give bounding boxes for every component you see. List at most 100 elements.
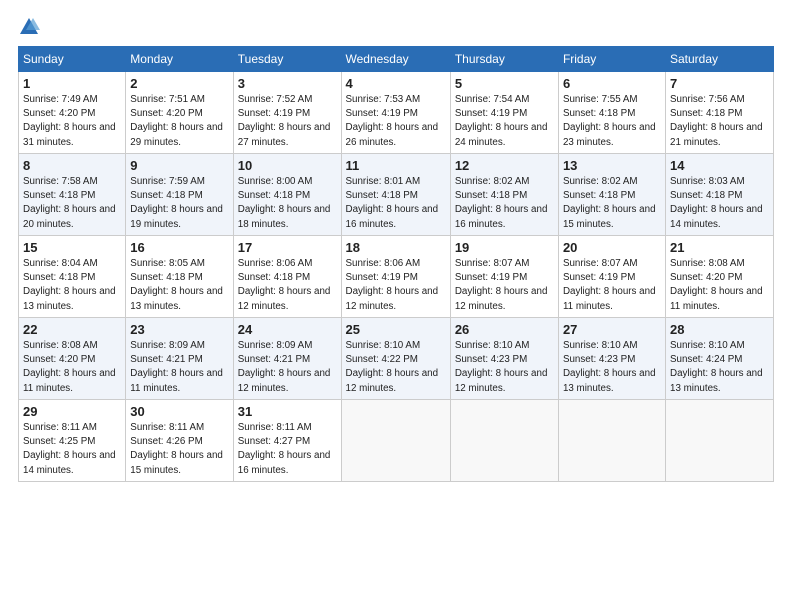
day-number: 21 [670, 240, 769, 255]
week-row-5: 29 Sunrise: 8:11 AM Sunset: 4:25 PM Dayl… [19, 400, 774, 482]
day-info: Sunrise: 8:10 AM Sunset: 4:24 PM Dayligh… [670, 339, 769, 396]
day-info: Sunrise: 8:10 AM Sunset: 4:23 PM Dayligh… [563, 339, 661, 396]
day-info: Sunrise: 7:52 AM Sunset: 4:19 PM Dayligh… [238, 93, 337, 150]
weekday-tuesday: Tuesday [233, 47, 341, 72]
day-info: Sunrise: 7:49 AM Sunset: 4:20 PM Dayligh… [23, 93, 121, 150]
day-info: Sunrise: 8:02 AM Sunset: 4:18 PM Dayligh… [563, 175, 661, 232]
day-number: 17 [238, 240, 337, 255]
day-info: Sunrise: 8:10 AM Sunset: 4:22 PM Dayligh… [346, 339, 446, 396]
day-info: Sunrise: 8:09 AM Sunset: 4:21 PM Dayligh… [130, 339, 228, 396]
calendar-cell: 20 Sunrise: 8:07 AM Sunset: 4:19 PM Dayl… [558, 236, 665, 318]
weekday-saturday: Saturday [666, 47, 774, 72]
calendar-cell: 8 Sunrise: 7:58 AM Sunset: 4:18 PM Dayli… [19, 154, 126, 236]
calendar-cell: 16 Sunrise: 8:05 AM Sunset: 4:18 PM Dayl… [126, 236, 233, 318]
day-number: 10 [238, 158, 337, 173]
day-info: Sunrise: 8:11 AM Sunset: 4:26 PM Dayligh… [130, 421, 228, 478]
calendar-cell: 10 Sunrise: 8:00 AM Sunset: 4:18 PM Dayl… [233, 154, 341, 236]
week-row-4: 22 Sunrise: 8:08 AM Sunset: 4:20 PM Dayl… [19, 318, 774, 400]
calendar-cell: 2 Sunrise: 7:51 AM Sunset: 4:20 PM Dayli… [126, 72, 233, 154]
calendar-cell [341, 400, 450, 482]
calendar-cell: 6 Sunrise: 7:55 AM Sunset: 4:18 PM Dayli… [558, 72, 665, 154]
day-number: 8 [23, 158, 121, 173]
day-info: Sunrise: 8:07 AM Sunset: 4:19 PM Dayligh… [563, 257, 661, 314]
calendar-cell: 27 Sunrise: 8:10 AM Sunset: 4:23 PM Dayl… [558, 318, 665, 400]
day-info: Sunrise: 7:53 AM Sunset: 4:19 PM Dayligh… [346, 93, 446, 150]
calendar-cell: 1 Sunrise: 7:49 AM Sunset: 4:20 PM Dayli… [19, 72, 126, 154]
day-number: 7 [670, 76, 769, 91]
week-row-3: 15 Sunrise: 8:04 AM Sunset: 4:18 PM Dayl… [19, 236, 774, 318]
day-number: 4 [346, 76, 446, 91]
day-info: Sunrise: 8:06 AM Sunset: 4:19 PM Dayligh… [346, 257, 446, 314]
day-info: Sunrise: 8:00 AM Sunset: 4:18 PM Dayligh… [238, 175, 337, 232]
calendar-cell: 19 Sunrise: 8:07 AM Sunset: 4:19 PM Dayl… [450, 236, 558, 318]
day-number: 14 [670, 158, 769, 173]
calendar-body: 1 Sunrise: 7:49 AM Sunset: 4:20 PM Dayli… [19, 72, 774, 482]
logo [18, 16, 42, 38]
calendar-cell: 26 Sunrise: 8:10 AM Sunset: 4:23 PM Dayl… [450, 318, 558, 400]
calendar-cell: 14 Sunrise: 8:03 AM Sunset: 4:18 PM Dayl… [666, 154, 774, 236]
day-number: 13 [563, 158, 661, 173]
calendar-cell: 31 Sunrise: 8:11 AM Sunset: 4:27 PM Dayl… [233, 400, 341, 482]
day-info: Sunrise: 8:03 AM Sunset: 4:18 PM Dayligh… [670, 175, 769, 232]
calendar-cell: 17 Sunrise: 8:06 AM Sunset: 4:18 PM Dayl… [233, 236, 341, 318]
day-info: Sunrise: 8:09 AM Sunset: 4:21 PM Dayligh… [238, 339, 337, 396]
day-info: Sunrise: 7:59 AM Sunset: 4:18 PM Dayligh… [130, 175, 228, 232]
day-number: 3 [238, 76, 337, 91]
day-number: 11 [346, 158, 446, 173]
calendar-page: SundayMondayTuesdayWednesdayThursdayFrid… [0, 0, 792, 612]
calendar-cell: 7 Sunrise: 7:56 AM Sunset: 4:18 PM Dayli… [666, 72, 774, 154]
day-number: 19 [455, 240, 554, 255]
calendar-cell: 5 Sunrise: 7:54 AM Sunset: 4:19 PM Dayli… [450, 72, 558, 154]
day-number: 24 [238, 322, 337, 337]
day-info: Sunrise: 8:07 AM Sunset: 4:19 PM Dayligh… [455, 257, 554, 314]
calendar-cell: 28 Sunrise: 8:10 AM Sunset: 4:24 PM Dayl… [666, 318, 774, 400]
weekday-monday: Monday [126, 47, 233, 72]
day-number: 15 [23, 240, 121, 255]
calendar-cell: 22 Sunrise: 8:08 AM Sunset: 4:20 PM Dayl… [19, 318, 126, 400]
day-number: 12 [455, 158, 554, 173]
weekday-header-row: SundayMondayTuesdayWednesdayThursdayFrid… [19, 47, 774, 72]
day-number: 9 [130, 158, 228, 173]
day-info: Sunrise: 8:02 AM Sunset: 4:18 PM Dayligh… [455, 175, 554, 232]
calendar-cell: 25 Sunrise: 8:10 AM Sunset: 4:22 PM Dayl… [341, 318, 450, 400]
calendar-cell: 3 Sunrise: 7:52 AM Sunset: 4:19 PM Dayli… [233, 72, 341, 154]
day-info: Sunrise: 8:10 AM Sunset: 4:23 PM Dayligh… [455, 339, 554, 396]
calendar-cell: 24 Sunrise: 8:09 AM Sunset: 4:21 PM Dayl… [233, 318, 341, 400]
calendar-cell: 29 Sunrise: 8:11 AM Sunset: 4:25 PM Dayl… [19, 400, 126, 482]
calendar-cell: 4 Sunrise: 7:53 AM Sunset: 4:19 PM Dayli… [341, 72, 450, 154]
weekday-wednesday: Wednesday [341, 47, 450, 72]
day-number: 2 [130, 76, 228, 91]
day-number: 23 [130, 322, 228, 337]
day-number: 25 [346, 322, 446, 337]
day-info: Sunrise: 8:01 AM Sunset: 4:18 PM Dayligh… [346, 175, 446, 232]
calendar-cell: 13 Sunrise: 8:02 AM Sunset: 4:18 PM Dayl… [558, 154, 665, 236]
day-number: 1 [23, 76, 121, 91]
day-info: Sunrise: 7:55 AM Sunset: 4:18 PM Dayligh… [563, 93, 661, 150]
calendar-cell [450, 400, 558, 482]
day-number: 18 [346, 240, 446, 255]
calendar-cell: 23 Sunrise: 8:09 AM Sunset: 4:21 PM Dayl… [126, 318, 233, 400]
day-info: Sunrise: 7:51 AM Sunset: 4:20 PM Dayligh… [130, 93, 228, 150]
day-info: Sunrise: 8:11 AM Sunset: 4:27 PM Dayligh… [238, 421, 337, 478]
day-number: 6 [563, 76, 661, 91]
day-number: 22 [23, 322, 121, 337]
day-number: 5 [455, 76, 554, 91]
week-row-2: 8 Sunrise: 7:58 AM Sunset: 4:18 PM Dayli… [19, 154, 774, 236]
day-number: 31 [238, 404, 337, 419]
week-row-1: 1 Sunrise: 7:49 AM Sunset: 4:20 PM Dayli… [19, 72, 774, 154]
calendar-cell: 9 Sunrise: 7:59 AM Sunset: 4:18 PM Dayli… [126, 154, 233, 236]
day-number: 28 [670, 322, 769, 337]
day-number: 16 [130, 240, 228, 255]
weekday-friday: Friday [558, 47, 665, 72]
day-number: 20 [563, 240, 661, 255]
weekday-sunday: Sunday [19, 47, 126, 72]
calendar-cell: 30 Sunrise: 8:11 AM Sunset: 4:26 PM Dayl… [126, 400, 233, 482]
day-number: 29 [23, 404, 121, 419]
day-number: 27 [563, 322, 661, 337]
day-info: Sunrise: 7:56 AM Sunset: 4:18 PM Dayligh… [670, 93, 769, 150]
day-info: Sunrise: 8:06 AM Sunset: 4:18 PM Dayligh… [238, 257, 337, 314]
day-info: Sunrise: 7:58 AM Sunset: 4:18 PM Dayligh… [23, 175, 121, 232]
calendar-cell: 21 Sunrise: 8:08 AM Sunset: 4:20 PM Dayl… [666, 236, 774, 318]
day-info: Sunrise: 8:08 AM Sunset: 4:20 PM Dayligh… [23, 339, 121, 396]
day-info: Sunrise: 8:08 AM Sunset: 4:20 PM Dayligh… [670, 257, 769, 314]
